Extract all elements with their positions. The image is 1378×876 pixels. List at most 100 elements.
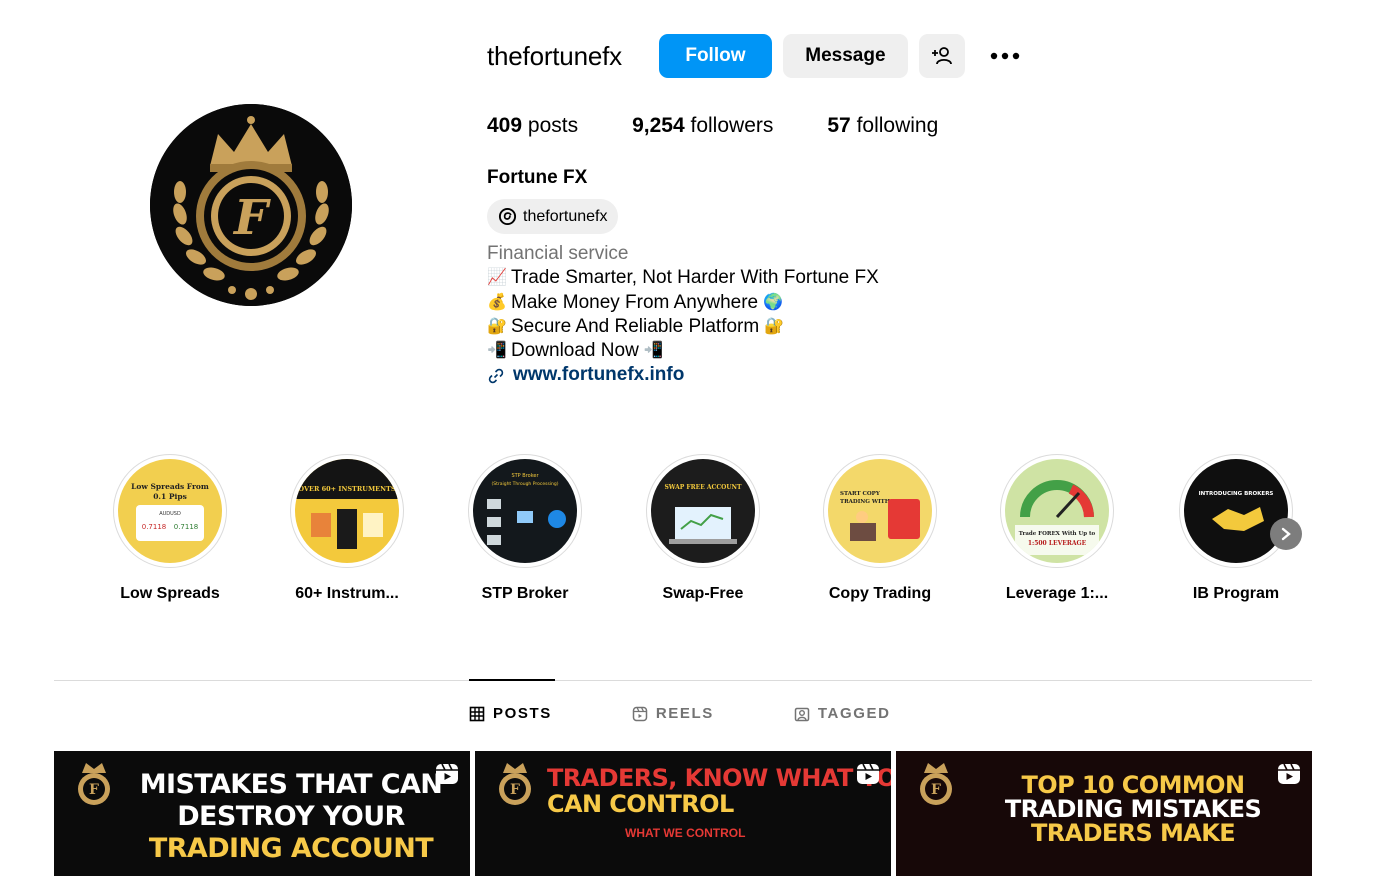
highlight-ring: STP Broker (Straight Through Processing) bbox=[468, 454, 582, 568]
highlight-label: Leverage 1:... bbox=[1005, 585, 1109, 602]
post-title-line: TRADERS, KNOW WHAT YO bbox=[547, 764, 891, 792]
profile-category: Financial service bbox=[487, 243, 629, 264]
lock-emoji-icon: 🔐 bbox=[764, 317, 785, 335]
bio-line: 🔐 Secure And Reliable Platform 🔐 bbox=[487, 315, 879, 339]
following-stat[interactable]: 57 following bbox=[827, 114, 938, 138]
svg-text:F: F bbox=[232, 190, 271, 246]
highlights-next-button[interactable] bbox=[1270, 518, 1302, 550]
following-label: following bbox=[856, 114, 939, 137]
posts-count: 409 bbox=[487, 114, 523, 137]
highlight-cover: START COPY TRADING WITH bbox=[828, 459, 932, 563]
post-title-line: TRADERS MAKE bbox=[1030, 819, 1236, 847]
svg-text:Low Spreads From: Low Spreads From bbox=[131, 482, 209, 491]
tab-label: POSTS bbox=[493, 705, 552, 722]
tab-label: TAGGED bbox=[817, 705, 891, 722]
post-title-line: CAN CONTROL bbox=[547, 790, 734, 818]
chart-emoji-icon: 📈 bbox=[487, 269, 507, 287]
followers-count: 9,254 bbox=[632, 114, 685, 137]
bio-text: Make Money From Anywhere bbox=[511, 291, 759, 313]
highlight-label: IB Program bbox=[1192, 585, 1280, 602]
svg-text:OVER 60+ INSTRUMENTS: OVER 60+ INSTRUMENTS bbox=[298, 485, 395, 493]
svg-text:START COPY: START COPY bbox=[840, 491, 880, 497]
fortune-fx-logo-icon: F bbox=[78, 763, 110, 805]
threads-icon bbox=[497, 207, 517, 227]
highlight-label: 60+ Instrum... bbox=[295, 585, 399, 602]
fortune-fx-logo-icon: F bbox=[499, 763, 531, 805]
reel-icon bbox=[1278, 763, 1300, 784]
highlight-cover: OVER 60+ INSTRUMENTS bbox=[295, 459, 399, 563]
phone-emoji-icon: 📲 bbox=[643, 342, 664, 360]
svg-text:F: F bbox=[510, 782, 520, 798]
tab-tagged[interactable]: TAGGED bbox=[794, 705, 891, 722]
threads-badge[interactable]: thefortunefx bbox=[487, 199, 618, 234]
followers-label: followers bbox=[690, 114, 774, 137]
grid-icon bbox=[469, 706, 485, 721]
bio-line: 📈 Trade Smarter, Not Harder With Fortune… bbox=[487, 266, 879, 290]
highlight-ring: Trade FOREX With Up to 1:500 LEVERAGE bbox=[1000, 454, 1114, 568]
highlight-label: Low Spreads bbox=[120, 585, 220, 602]
reel-icon bbox=[857, 763, 879, 784]
svg-text:F: F bbox=[931, 782, 941, 798]
chevron-right-icon bbox=[1281, 527, 1291, 541]
post-title-line: TOP 10 COMMON bbox=[1021, 771, 1246, 799]
highlight-ring: Low Spreads From 0.1 Pips AUDUSD 0.7118 … bbox=[113, 454, 227, 568]
posts-stat: 409 posts bbox=[487, 114, 578, 138]
highlight-swap-free[interactable]: SWAP FREE ACCOUNT Swap-Free bbox=[633, 454, 773, 603]
tabs-divider bbox=[54, 680, 1312, 681]
tab-label: REELS bbox=[655, 705, 714, 722]
highlight-copy-trading[interactable]: START COPY TRADING WITH Copy Trading bbox=[810, 454, 950, 603]
website-link[interactable]: www.fortunefx.info bbox=[513, 363, 684, 387]
more-options-icon[interactable] bbox=[985, 34, 1025, 78]
bio-text: Download Now bbox=[511, 340, 639, 362]
post-tile[interactable]: F MISTAKES THAT CAN DESTROY YOUR TRADING… bbox=[54, 751, 470, 876]
post-title-line: TRADING ACCOUNT bbox=[148, 833, 434, 864]
svg-text:AUDUSD: AUDUSD bbox=[159, 511, 181, 517]
highlight-cover: SWAP FREE ACCOUNT bbox=[651, 459, 755, 563]
profile-full-name: Fortune FX bbox=[487, 167, 588, 188]
svg-text:Trade FOREX With Up to: Trade FOREX With Up to bbox=[1019, 531, 1096, 537]
tab-reels[interactable]: REELS bbox=[632, 705, 714, 722]
globe-emoji-icon: 🌍 bbox=[763, 293, 784, 311]
tagged-icon bbox=[794, 707, 810, 721]
profile-header: thefortunefx Follow Message bbox=[487, 34, 1025, 78]
svg-text:SWAP FREE ACCOUNT: SWAP FREE ACCOUNT bbox=[664, 484, 742, 491]
highlight-leverage[interactable]: Trade FOREX With Up to 1:500 LEVERAGE Le… bbox=[987, 454, 1127, 603]
reels-icon bbox=[632, 706, 648, 721]
highlight-ring: OVER 60+ INSTRUMENTS bbox=[290, 454, 404, 568]
svg-text:F: F bbox=[89, 782, 99, 798]
tab-posts[interactable]: POSTS bbox=[469, 705, 552, 722]
highlight-label: Swap-Free bbox=[662, 585, 744, 602]
highlight-cover: INTRODUCING BROKERS bbox=[1184, 459, 1288, 563]
threads-handle: thefortunefx bbox=[523, 207, 608, 225]
following-count: 57 bbox=[827, 114, 851, 137]
fortune-fx-logo-icon: F bbox=[150, 104, 352, 306]
lock-emoji-icon: 🔐 bbox=[487, 317, 507, 335]
website-link-row: www.fortunefx.info bbox=[487, 363, 879, 387]
highlight-cover: Trade FOREX With Up to 1:500 LEVERAGE bbox=[1005, 459, 1109, 563]
svg-text:0.7118: 0.7118 bbox=[174, 523, 199, 531]
post-tile[interactable]: F TOP 10 COMMON TRADING MISTAKES TRADERS… bbox=[896, 751, 1312, 876]
message-button[interactable]: Message bbox=[782, 34, 908, 78]
highlight-instruments[interactable]: OVER 60+ INSTRUMENTS 60+ Instrum... bbox=[277, 454, 417, 603]
active-tab-indicator bbox=[469, 679, 555, 681]
profile-avatar[interactable]: F bbox=[150, 104, 352, 306]
svg-text:TRADING WITH: TRADING WITH bbox=[840, 499, 890, 505]
post-title: TOP 10 COMMON TRADING MISTAKES TRADERS M… bbox=[974, 773, 1292, 845]
suggested-accounts-button[interactable] bbox=[918, 34, 965, 78]
profile-stats: 409 posts 9,254 followers 57 following bbox=[487, 114, 992, 138]
post-tile[interactable]: F TRADERS, KNOW WHAT YO CAN CONTROL WHAT… bbox=[475, 751, 891, 876]
highlight-cover: Low Spreads From 0.1 Pips AUDUSD 0.7118 … bbox=[118, 459, 222, 563]
followers-stat[interactable]: 9,254 followers bbox=[632, 114, 773, 138]
svg-text:0.7118: 0.7118 bbox=[142, 523, 167, 531]
svg-text:INTRODUCING BROKERS: INTRODUCING BROKERS bbox=[1199, 491, 1274, 497]
follow-button[interactable]: Follow bbox=[658, 34, 772, 78]
svg-text:1:500 LEVERAGE: 1:500 LEVERAGE bbox=[1028, 540, 1087, 547]
highlight-low-spreads[interactable]: Low Spreads From 0.1 Pips AUDUSD 0.7118 … bbox=[100, 454, 240, 603]
profile-bio: Financial service 📈 Trade Smarter, Not H… bbox=[487, 242, 879, 388]
highlight-stp-broker[interactable]: STP Broker (Straight Through Processing)… bbox=[455, 454, 595, 603]
highlight-ring: INTRODUCING BROKERS bbox=[1179, 454, 1293, 568]
post-title: MISTAKES THAT CAN DESTROY YOUR TRADING A… bbox=[132, 769, 450, 865]
profile-tabs: POSTS REELS TAGGED bbox=[469, 705, 971, 722]
reel-icon bbox=[436, 763, 458, 784]
fortune-fx-logo-icon: F bbox=[920, 763, 952, 805]
